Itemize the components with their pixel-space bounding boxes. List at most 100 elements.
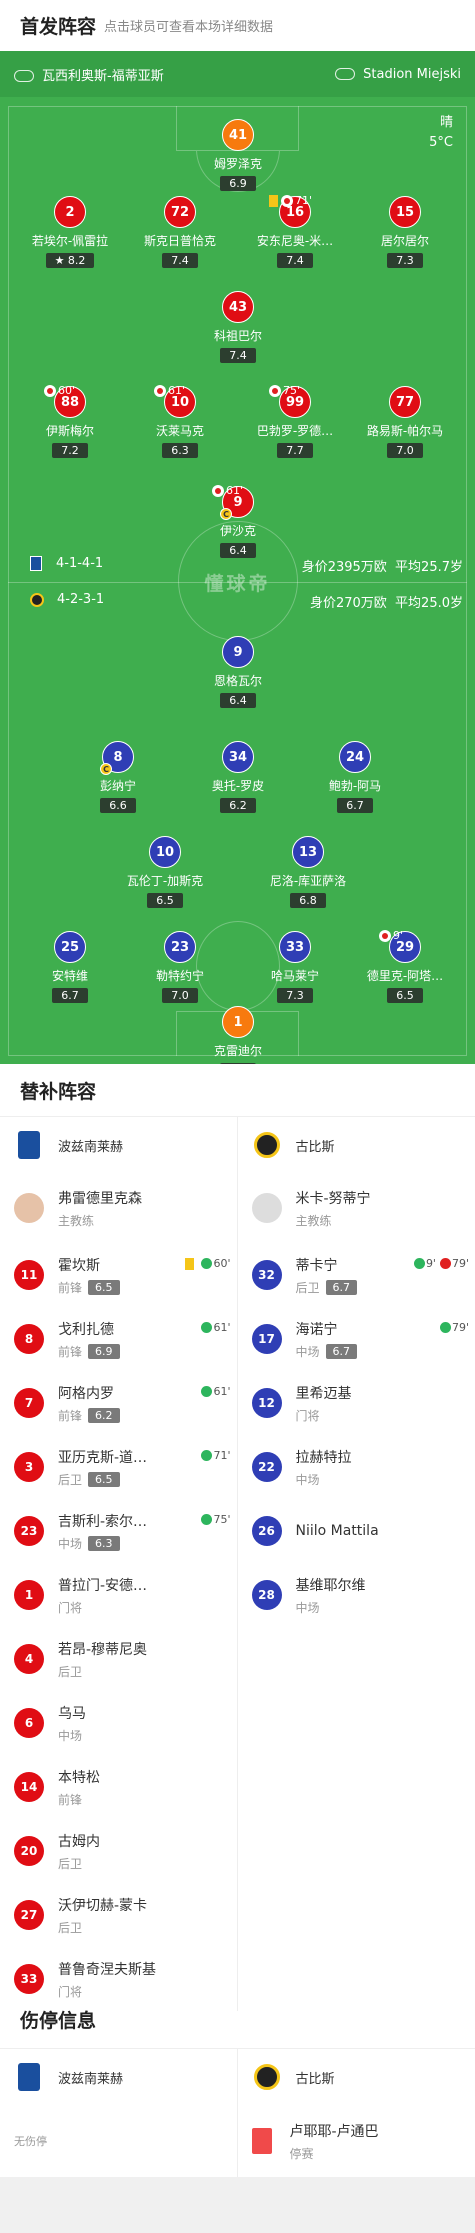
suspended-player[interactable]: 卢耶耶-卢通巴 停赛	[238, 2105, 475, 2177]
home-player[interactable]: 10 61' 沃莱马克 6.3	[120, 384, 240, 458]
player-rating-row: 6.8	[248, 889, 368, 908]
away-player[interactable]: 33 哈马莱宁 7.3	[235, 931, 355, 1003]
away-player[interactable]: 23 勒特约宁 7.0	[120, 931, 240, 1003]
sub-player-row[interactable]: 26 Niilo Mattila	[238, 1499, 475, 1563]
sub-number-badge: 20	[14, 1836, 44, 1866]
sub-player-row[interactable]: 14 本特松 前锋	[0, 1755, 237, 1819]
sub-player-row[interactable]: 28 基维耶尔维 中场	[238, 1563, 475, 1627]
sub-player-row[interactable]: 4 若昂-穆蒂尼奥 后卫	[0, 1627, 237, 1691]
sub-player-row[interactable]: 8 戈利扎德 前锋 6.9 61'	[0, 1307, 237, 1371]
away-player[interactable]: 10 瓦伦丁-加斯克 6.5	[105, 836, 225, 908]
home-team-row[interactable]: 波兹南莱赫	[0, 1117, 237, 1173]
page-footer	[0, 2177, 475, 2233]
away-formation: 4-2-3-1	[57, 592, 105, 607]
home-player[interactable]: 2 若埃尔-佩雷拉 ★ 8.2	[10, 196, 130, 268]
player-rating: 6.8	[290, 893, 326, 908]
home-coach[interactable]: 弗雷德里克森 主教练	[0, 1173, 237, 1243]
sub-player-row[interactable]: 1 普拉门-安德… 门将	[0, 1563, 237, 1627]
player-rating-row: 6.2	[178, 794, 298, 813]
away-player[interactable]: 9 恩格瓦尔 6.4	[178, 636, 298, 708]
sub-player-row[interactable]: 7 阿格内罗 前锋 6.2 61'	[0, 1371, 237, 1435]
player-rating: 6.3	[162, 443, 198, 458]
away-player[interactable]: 24 鲍勃-阿马 6.7	[295, 741, 415, 813]
injury-away-team-name: 古比斯	[295, 2071, 335, 2087]
event-minute: 71'	[213, 1449, 231, 1462]
player-rating: 6.5	[387, 988, 423, 1003]
sub-player-row[interactable]: 6 乌马 中场	[0, 1691, 237, 1755]
home-player[interactable]: 15 居尔居尔 7.3	[345, 196, 465, 268]
sub-player-meta: 门将	[296, 1407, 352, 1424]
player-rating-row: 6.5	[105, 889, 225, 908]
home-player[interactable]: 9 C 61' 伊沙克 6.4	[178, 484, 298, 558]
suspended-status: 停赛	[289, 2146, 314, 2161]
player-number-badge: 34	[222, 741, 254, 773]
away-formation-row: 4-2-3-1 身价270万欧 平均25.0岁	[0, 592, 475, 612]
home-player[interactable]: 77 路易斯-帕尔马 7.0	[345, 386, 465, 458]
home-player[interactable]: 88 60' 伊斯梅尔 7.2	[10, 384, 130, 458]
sub-out-icon	[154, 384, 166, 397]
injury-away-team[interactable]: 古比斯	[238, 2049, 475, 2105]
player-rating: 7.0	[162, 988, 198, 1003]
home-team-name: 波兹南莱赫	[58, 1139, 124, 1155]
event-minute: 60'	[58, 384, 76, 397]
sub-player-row[interactable]: 17 海诺宁 中场 6.7 79'	[238, 1307, 475, 1371]
sub-position: 中场	[295, 1600, 320, 1615]
home-player[interactable]: 16 71' 安东尼奥-米… 7.4	[235, 194, 355, 268]
home-team-logo-icon	[14, 2062, 44, 2092]
away-player[interactable]: 8 C 彭纳宁 6.6	[58, 741, 178, 813]
player-rating-row: 6.4	[178, 689, 298, 708]
player-rating-row: ★ 8.2	[10, 249, 130, 268]
away-player[interactable]: 13 尼洛-库亚萨洛 6.8	[248, 836, 368, 908]
sub-player-row[interactable]: 23 吉斯利-索尔… 中场 6.3 75'	[0, 1499, 237, 1563]
player-name: 恩格瓦尔	[213, 674, 262, 688]
player-name: 克雷迪尔	[213, 1044, 262, 1058]
player-name: 路易斯-帕尔马	[366, 424, 444, 438]
sub-player-name: 亚历克斯-道…	[58, 1449, 148, 1466]
sub-player-row[interactable]: 32 蒂卡宁 后卫 6.7 9' 79'	[238, 1243, 475, 1307]
away-team-row[interactable]: 古比斯	[238, 1117, 475, 1173]
sub-player-row[interactable]: 20 古姆内 后卫	[0, 1819, 237, 1883]
player-name: 安特维	[51, 969, 88, 983]
player-name: 勒特约宁	[155, 969, 204, 983]
home-player[interactable]: 99 75' 巴勃罗-罗德… 7.7	[235, 384, 355, 458]
sub-player-meta: 门将	[58, 1599, 147, 1616]
event-minute: 79'	[451, 1321, 469, 1334]
home-formation-row: 4-1-4-1 身价2395万欧 平均25.7岁	[0, 556, 475, 576]
home-player[interactable]: 72 斯克日普恰克 7.4	[120, 196, 240, 268]
stadium-name: Stadion Miejski	[363, 66, 461, 82]
injury-home-team[interactable]: 波兹南莱赫	[0, 2049, 237, 2105]
home-coach-role: 主教练	[58, 1213, 95, 1228]
sub-player-meta: 后卫	[58, 1663, 147, 1680]
sub-player-name: 吉斯利-索尔…	[58, 1513, 148, 1530]
sub-event: 61'	[197, 1321, 231, 1334]
player-number-badge: 77	[389, 386, 421, 418]
away-player[interactable]: 29 9' 德里克-阿塔… 6.5	[345, 929, 465, 1003]
away-coach[interactable]: 米卡-努蒂宁 主教练	[238, 1173, 475, 1243]
away-player[interactable]: 1克雷迪尔7.7	[178, 1006, 298, 1064]
player-name: 巴勃罗-罗德…	[256, 424, 334, 438]
player-rating-row: 7.2	[10, 439, 130, 458]
sub-player-meta: 中场	[296, 1471, 352, 1488]
sub-player-row[interactable]: 11 霍坎斯 前锋 6.5 60'	[0, 1243, 237, 1307]
page-title: 首发阵容	[20, 15, 97, 38]
sub-rating: 6.7	[325, 1343, 358, 1359]
player-event: 71'	[269, 194, 312, 207]
away-player[interactable]: 25 安特维 6.7	[10, 931, 130, 1003]
player-rating: 6.2	[220, 798, 256, 813]
home-coach-name: 弗雷德里克森	[58, 1190, 142, 1207]
sub-rating: 6.9	[88, 1343, 120, 1359]
away-player[interactable]: 34 奥托-罗皮 6.2	[178, 741, 298, 813]
player-number-badge: 2	[54, 196, 86, 228]
sub-player-row[interactable]: 27 沃伊切赫-蒙卡 后卫	[0, 1883, 237, 1947]
sub-out-icon	[269, 384, 281, 397]
sub-player-row[interactable]: 22 拉赫特拉 中场	[238, 1435, 475, 1499]
away-team-name: 古比斯	[295, 1139, 335, 1155]
home-player[interactable]: 41 姆罗泽克 6.9	[178, 119, 298, 191]
player-rating-row: 7.3	[345, 249, 465, 268]
match-info-bar: 瓦西利奥斯-福蒂亚斯 Stadion Miejski	[0, 51, 475, 97]
player-rating-row: 7.4	[235, 249, 355, 268]
sub-player-row[interactable]: 3 亚历克斯-道… 后卫 6.5 71'	[0, 1435, 237, 1499]
sub-player-row[interactable]: 12 里希迈基 门将	[238, 1371, 475, 1435]
home-player[interactable]: 43 科祖巴尔 7.4	[178, 291, 298, 363]
event-minute: 60'	[213, 1257, 231, 1270]
